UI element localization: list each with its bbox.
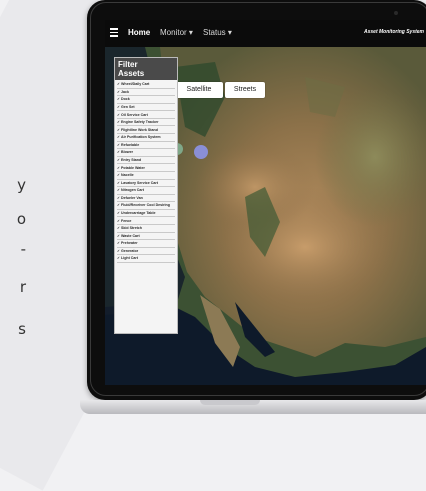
checkbox-checked-icon[interactable]: ✓ — [117, 82, 120, 86]
filter-item-label: Defueler Van — [121, 195, 143, 200]
checkbox-checked-icon[interactable]: ✓ — [117, 128, 120, 132]
filter-item[interactable]: ✓ Defueler Van — [117, 195, 175, 203]
checkbox-checked-icon[interactable]: ✓ — [117, 105, 120, 109]
checkbox-checked-icon[interactable]: ✓ — [117, 158, 120, 162]
filter-item-label: Engine Safety Tracker — [121, 120, 159, 125]
filter-item-label: Nitrogen Cart — [121, 188, 144, 193]
checkbox-checked-icon[interactable]: ✓ — [117, 90, 120, 94]
nav-monitor[interactable]: Monitor ▾ — [160, 28, 193, 37]
checkbox-checked-icon[interactable]: ✓ — [117, 241, 120, 245]
checkbox-checked-icon[interactable]: ✓ — [117, 113, 120, 117]
side-text-line: y — [17, 176, 26, 194]
asset-marker-blue[interactable] — [194, 145, 208, 159]
filter-item[interactable]: ✓ Oil Service Cart — [117, 111, 175, 119]
checkbox-checked-icon[interactable]: ✓ — [117, 226, 120, 230]
filter-title: Filter — [118, 60, 138, 69]
filter-item[interactable]: ✓ Preheater — [117, 240, 175, 248]
filter-item[interactable]: ✓ Flightline Work Stand — [117, 126, 175, 135]
checkbox-checked-icon[interactable]: ✓ — [117, 181, 120, 185]
filter-item-label: Gen Set — [121, 104, 135, 109]
menu-icon[interactable] — [110, 28, 118, 39]
filter-item-label: Potable Water — [121, 165, 145, 170]
filter-item-label: Fluid/Receiver Cool Desiring — [121, 203, 170, 208]
side-text-line: r — [19, 278, 26, 296]
filter-item-label: Entry Stand — [121, 157, 142, 162]
filter-item-label: Flightline Work Stand — [121, 127, 158, 132]
checkbox-checked-icon[interactable]: ✓ — [117, 166, 120, 170]
filter-item-label: Lavatory Service Cart — [121, 180, 158, 185]
filter-item[interactable]: ✓ Nitrogen Cart — [117, 187, 175, 195]
filter-item-label: Nacelle — [121, 173, 134, 178]
filter-list: ✓ Wheel/Daily Cart ✓ Jack ✓ Dock ✓ Gen Set ✓ Oil … — [115, 80, 177, 264]
filter-item[interactable]: ✓ Waste Cart — [117, 233, 175, 241]
checkbox-checked-icon[interactable]: ✓ — [117, 211, 120, 215]
checkbox-checked-icon[interactable]: ✓ — [117, 203, 120, 207]
filter-assets-panel: Filter Assets ✓ Wheel/Daily Cart ✓ Jack ✓ Doc… — [114, 57, 178, 334]
filter-item[interactable]: ✓ Fence — [117, 217, 175, 225]
filter-item-label: Refuelable — [121, 142, 140, 147]
filter-panel-header: Filter Assets — [115, 58, 177, 80]
satellite-toggle-button[interactable]: Satellite — [175, 82, 223, 98]
filter-item-label: Generator — [121, 248, 139, 253]
filter-item[interactable]: ✓ Refuelable — [117, 142, 175, 150]
checkbox-checked-icon[interactable]: ✓ — [117, 150, 120, 154]
filter-item[interactable]: ✓ Light Cart — [117, 255, 175, 263]
filter-item-label: Blower — [121, 150, 133, 155]
filter-item[interactable]: ✓ Blower — [117, 149, 175, 157]
filter-item-label: Oil Service Cart — [121, 112, 148, 117]
laptop-base-notch — [200, 400, 260, 405]
filter-item[interactable]: ✓ Fluid/Receiver Cool Desiring — [117, 202, 175, 210]
filter-item[interactable]: ✓ Air Purification System — [117, 134, 175, 142]
checkbox-checked-icon[interactable]: ✓ — [117, 143, 120, 147]
filter-item[interactable]: ✓ Gen Set — [117, 104, 175, 112]
filter-item[interactable]: ✓ Generator — [117, 248, 175, 256]
filter-item-label: Wheel/Daily Cart — [121, 82, 150, 87]
filter-item[interactable]: ✓ Dock — [117, 96, 175, 104]
streets-toggle-button[interactable]: Streets — [225, 82, 265, 98]
checkbox-checked-icon[interactable]: ✓ — [117, 219, 120, 223]
checkbox-checked-icon[interactable]: ✓ — [117, 234, 120, 238]
checkbox-checked-icon[interactable]: ✓ — [117, 97, 120, 101]
side-text-line: s — [18, 320, 26, 338]
filter-item[interactable]: ✓ Undercarriage Table — [117, 210, 175, 218]
app-screen: Home Monitor ▾ Status ▾ Asset Monitoring… — [105, 20, 426, 385]
nav-status[interactable]: Status ▾ — [203, 28, 232, 37]
checkbox-checked-icon[interactable]: ✓ — [117, 120, 120, 124]
filter-item-label: Undercarriage Table — [121, 211, 156, 216]
brand-title: Asset Monitoring System — [363, 29, 424, 35]
filter-item-label: Preheater — [121, 241, 138, 246]
filter-item[interactable]: ✓ Lavatory Service Cart — [117, 180, 175, 188]
checkbox-checked-icon[interactable]: ✓ — [117, 249, 120, 253]
filter-item[interactable]: ✓ Jack — [117, 89, 175, 97]
checkbox-checked-icon[interactable]: ✓ — [117, 256, 120, 260]
filter-item[interactable]: ✓ Skid Stretch — [117, 225, 175, 233]
filter-item[interactable]: ✓ Wheel/Daily Cart — [117, 81, 175, 89]
filter-item[interactable]: ✓ Nacelle — [117, 172, 175, 180]
side-text-line: - — [20, 240, 26, 258]
filter-item-label: Jack — [121, 89, 130, 94]
filter-item-label: Waste Cart — [121, 233, 140, 238]
nav-home[interactable]: Home — [128, 28, 150, 37]
filter-item-label: Fence — [121, 218, 132, 223]
side-text-line: o — [16, 210, 26, 228]
assets-title: Assets — [118, 69, 145, 78]
checkbox-checked-icon[interactable]: ✓ — [117, 135, 120, 139]
filter-item-label: Skid Stretch — [121, 226, 142, 231]
filter-item[interactable]: ✓ Entry Stand — [117, 157, 175, 165]
top-navbar: Home Monitor ▾ Status ▾ Asset Monitoring… — [105, 20, 426, 47]
filter-item-label: Light Cart — [121, 256, 138, 261]
checkbox-checked-icon[interactable]: ✓ — [117, 188, 120, 192]
filter-item-label: Air Purification System — [121, 135, 161, 140]
filter-item[interactable]: ✓ Engine Safety Tracker — [117, 119, 175, 127]
checkbox-checked-icon[interactable]: ✓ — [117, 196, 120, 200]
checkbox-checked-icon[interactable]: ✓ — [117, 173, 120, 177]
webcam — [394, 11, 398, 15]
filter-item[interactable]: ✓ Potable Water — [117, 164, 175, 172]
filter-item-label: Dock — [121, 97, 130, 102]
